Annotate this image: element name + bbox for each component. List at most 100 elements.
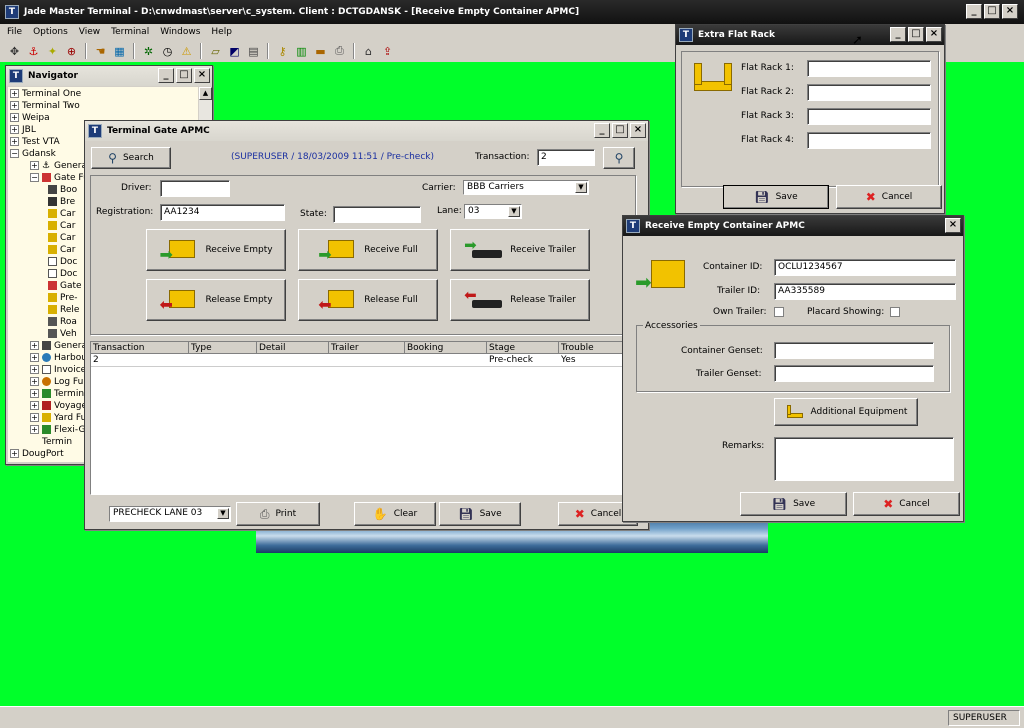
flat-rack-maximize-button[interactable]: □ <box>908 27 924 42</box>
flat-rack-1-input[interactable] <box>807 60 931 77</box>
container-genset-input[interactable] <box>774 342 934 359</box>
navigator-close-button[interactable]: × <box>194 68 210 83</box>
edit-icon[interactable]: ▱ <box>207 43 224 60</box>
move-icon[interactable]: ✥ <box>6 43 23 60</box>
column-header[interactable]: Detail <box>257 342 329 354</box>
tree-item[interactable]: + Genera <box>30 341 87 351</box>
save-button[interactable]: 💾︎ Save <box>439 502 521 526</box>
tree-item[interactable]: + JBL <box>10 125 36 135</box>
folder-icon[interactable]: ▬ <box>312 43 329 60</box>
tree-item[interactable]: + DougPort <box>10 449 64 459</box>
scroll-up-icon[interactable]: ▲ <box>199 87 212 100</box>
table-row[interactable]: 2 Pre-check Yes <box>91 355 642 367</box>
tree-item[interactable]: Doc <box>48 269 77 279</box>
settings-icon[interactable]: ✲ <box>140 43 157 60</box>
flat-rack-close-button[interactable]: × <box>926 27 942 42</box>
hand-icon[interactable]: ☚ <box>92 43 109 60</box>
crane-icon[interactable]: ▦ <box>111 43 128 60</box>
receive-empty-button[interactable]: ➡ Receive Empty <box>146 229 286 271</box>
search-button[interactable]: ⚲ Search <box>91 147 171 169</box>
transaction-search-button[interactable]: ⚲ <box>603 147 635 169</box>
maximize-button[interactable]: □ <box>984 4 1000 19</box>
menu-terminal[interactable]: Terminal <box>111 27 149 37</box>
tree-item[interactable]: Car <box>48 209 76 219</box>
navigator-minimize-button[interactable]: _ <box>158 68 174 83</box>
tree-item[interactable]: Car <box>48 233 76 243</box>
flat-rack-cancel-button[interactable]: ✖ Cancel <box>836 185 942 209</box>
column-header[interactable]: Transaction <box>91 342 189 354</box>
tree-item[interactable]: − Gate Fu <box>30 173 89 183</box>
trailer-id-input[interactable]: AA335589 <box>774 283 956 300</box>
tree-item[interactable]: − Gdansk <box>10 149 56 159</box>
menu-help[interactable]: Help <box>211 27 232 37</box>
tree-item[interactable]: + ⚓ Genera <box>30 161 87 171</box>
tree-item[interactable]: + Termin <box>30 389 84 399</box>
column-header[interactable]: Trailer <box>329 342 405 354</box>
column-header[interactable]: Type <box>189 342 257 354</box>
gate-close-button[interactable]: × <box>630 123 646 138</box>
column-header[interactable]: Stage <box>487 342 559 354</box>
clear-button[interactable]: ✋ Clear <box>354 502 436 526</box>
lane-select[interactable]: 03 ▼ <box>464 204 522 219</box>
state-input[interactable] <box>333 206 421 223</box>
print-button[interactable]: ⎙ Print <box>236 502 320 526</box>
star-icon[interactable]: ✦ <box>44 43 61 60</box>
menu-windows[interactable]: Windows <box>160 27 200 37</box>
export-icon[interactable]: ⇪ <box>379 43 396 60</box>
tree-item[interactable]: + Invoice <box>30 365 86 375</box>
chart-icon[interactable]: ◩ <box>226 43 243 60</box>
tree-item[interactable]: Doc <box>48 257 77 267</box>
tree-item[interactable]: + Voyage <box>30 401 87 411</box>
tree-item[interactable]: + Terminal One <box>10 89 81 99</box>
receive-close-button[interactable]: × <box>945 218 961 233</box>
target-icon[interactable]: ⊕ <box>63 43 80 60</box>
flat-rack-4-input[interactable] <box>807 132 931 149</box>
driver-input[interactable] <box>160 180 230 197</box>
tree-item[interactable]: Car <box>48 221 76 231</box>
document-icon[interactable]: ▤ <box>245 43 262 60</box>
flat-rack-3-input[interactable] <box>807 108 931 125</box>
gate-minimize-button[interactable]: _ <box>594 123 610 138</box>
flat-rack-2-input[interactable] <box>807 84 931 101</box>
receive-trailer-button[interactable]: ➡ Receive Trailer <box>450 229 590 271</box>
container-id-input[interactable]: OCLU1234567 <box>774 259 956 276</box>
navigator-maximize-button[interactable]: □ <box>176 68 192 83</box>
lock-icon[interactable]: ⌂ <box>360 43 377 60</box>
ship-icon[interactable]: ⚓ <box>25 43 42 60</box>
flat-rack-save-button[interactable]: 💾︎ Save <box>723 185 829 209</box>
tree-item[interactable]: + Terminal Two <box>10 101 80 111</box>
tree-item[interactable]: + Harbou <box>30 353 87 363</box>
print-icon[interactable]: ⎙ <box>331 43 348 60</box>
release-full-button[interactable]: ⬅ Release Full <box>298 279 438 321</box>
key-icon[interactable]: ⚷ <box>274 43 291 60</box>
own-trailer-checkbox[interactable] <box>774 307 784 317</box>
tree-item[interactable]: Rele <box>48 305 79 315</box>
tree-item[interactable]: + Weipa <box>10 113 50 123</box>
close-button[interactable]: × <box>1002 4 1018 19</box>
tree-item[interactable]: + Yard Fu <box>30 413 86 423</box>
registration-input[interactable]: AA1234 <box>160 204 285 221</box>
tree-item[interactable]: Boo <box>48 185 77 195</box>
clock-icon[interactable]: ◷ <box>159 43 176 60</box>
lane-filter-select[interactable]: PRECHECK LANE 03 ▼ <box>109 506 231 522</box>
receive-cancel-button[interactable]: ✖ Cancel <box>853 492 960 516</box>
tree-item[interactable]: Termin <box>42 437 72 447</box>
receive-save-button[interactable]: 💾︎ Save <box>740 492 847 516</box>
menu-options[interactable]: Options <box>33 27 68 37</box>
release-empty-button[interactable]: ⬅ Release Empty <box>146 279 286 321</box>
tree-item[interactable]: Bre <box>48 197 75 207</box>
gate-maximize-button[interactable]: □ <box>612 123 628 138</box>
transaction-input[interactable]: 2 <box>537 149 595 166</box>
tree-item[interactable]: + Log Fur <box>30 377 87 387</box>
tree-item[interactable]: Veh <box>48 329 77 339</box>
tree-item[interactable]: + Flexi-G <box>30 425 85 435</box>
minimize-button[interactable]: _ <box>966 4 982 19</box>
tree-item[interactable]: Pre- <box>48 293 78 303</box>
tree-item[interactable]: + Test VTA <box>10 137 60 147</box>
placard-checkbox[interactable] <box>890 307 900 317</box>
additional-equipment-button[interactable]: Additional Equipment <box>774 398 918 426</box>
carrier-select[interactable]: BBB Carriers ▼ <box>463 180 589 195</box>
menu-file[interactable]: File <box>7 27 22 37</box>
stack-icon[interactable]: ▥ <box>293 43 310 60</box>
column-header[interactable]: Booking <box>405 342 487 354</box>
